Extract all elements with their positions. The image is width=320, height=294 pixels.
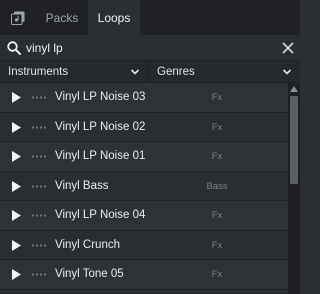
- play-icon[interactable]: [12, 92, 21, 103]
- waveform-icon: [32, 214, 46, 217]
- loop-genre: Fx: [211, 210, 223, 221]
- genres-dropdown[interactable]: Genres: [149, 61, 300, 83]
- filter-bar: Instruments Genres: [0, 61, 300, 83]
- chevron-down-icon: [130, 69, 140, 75]
- loop-name: Vinyl Tone 05: [55, 268, 124, 280]
- tab-packs[interactable]: Packs: [36, 0, 88, 35]
- play-icon[interactable]: [12, 180, 21, 192]
- close-icon[interactable]: [281, 41, 295, 55]
- play-icon[interactable]: [12, 121, 21, 133]
- loop-row[interactable]: Vinyl LP Noise 03 Fx: [0, 83, 288, 113]
- search-input[interactable]: [26, 39, 276, 57]
- scrollbar-thumb[interactable]: [290, 96, 298, 184]
- loop-name: Vinyl LP Noise 01: [55, 150, 146, 162]
- loop-name: Vinyl LP Noise 03: [55, 91, 146, 103]
- loop-row[interactable]: Vinyl Crunch Fx: [0, 230, 288, 260]
- genres-label: Genres: [157, 66, 195, 78]
- instruments-dropdown[interactable]: Instruments: [0, 61, 148, 83]
- tab-library[interactable]: [0, 0, 36, 35]
- loop-row[interactable]: Vinyl LP Noise 04 Fx: [0, 201, 288, 231]
- loop-row[interactable]: Vinyl Bass Bass: [0, 171, 288, 201]
- tab-bar: Packs Loops: [0, 0, 300, 35]
- loop-name: Vinyl Bass: [55, 179, 109, 192]
- loop-row[interactable]: Vinyl Tone 05 Fx: [0, 260, 288, 290]
- loop-name: Vinyl LP Noise 02: [55, 120, 146, 133]
- waveform-icon: [32, 155, 46, 158]
- loop-list: Vinyl LP Noise 03 Fx Vinyl LP Noise 02 F…: [0, 83, 288, 294]
- play-icon[interactable]: [12, 210, 21, 221]
- waveform-icon: [32, 126, 46, 128]
- loop-genre: Fx: [211, 239, 223, 251]
- play-icon[interactable]: [12, 269, 21, 280]
- loop-name: Vinyl Crunch: [55, 238, 120, 251]
- play-icon[interactable]: [12, 239, 21, 251]
- loop-genre: Bass: [206, 180, 228, 192]
- waveform-icon: [32, 273, 46, 276]
- loop-genre: Fx: [211, 92, 223, 103]
- loop-genre: Fx: [211, 121, 223, 133]
- chevron-down-icon: [282, 69, 292, 75]
- loop-genre: Fx: [211, 151, 223, 162]
- loop-name: Vinyl LP Noise 04: [55, 209, 146, 221]
- waveform-icon: [32, 244, 46, 246]
- waveform-icon: [32, 96, 46, 99]
- library-icon: [11, 11, 25, 25]
- search-bar: [0, 35, 300, 61]
- tab-loops[interactable]: Loops: [88, 0, 140, 35]
- loop-genre: Fx: [211, 269, 223, 280]
- instruments-label: Instruments: [8, 66, 69, 78]
- chevron-up-icon[interactable]: [290, 86, 298, 92]
- scrollbar[interactable]: [288, 83, 300, 294]
- play-icon[interactable]: [12, 151, 21, 162]
- loop-row[interactable]: Vinyl LP Noise 02 Fx: [0, 112, 288, 142]
- search-icon: [7, 41, 21, 55]
- loop-row[interactable]: Vinyl LP Noise 01 Fx: [0, 142, 288, 172]
- waveform-icon: [32, 185, 46, 187]
